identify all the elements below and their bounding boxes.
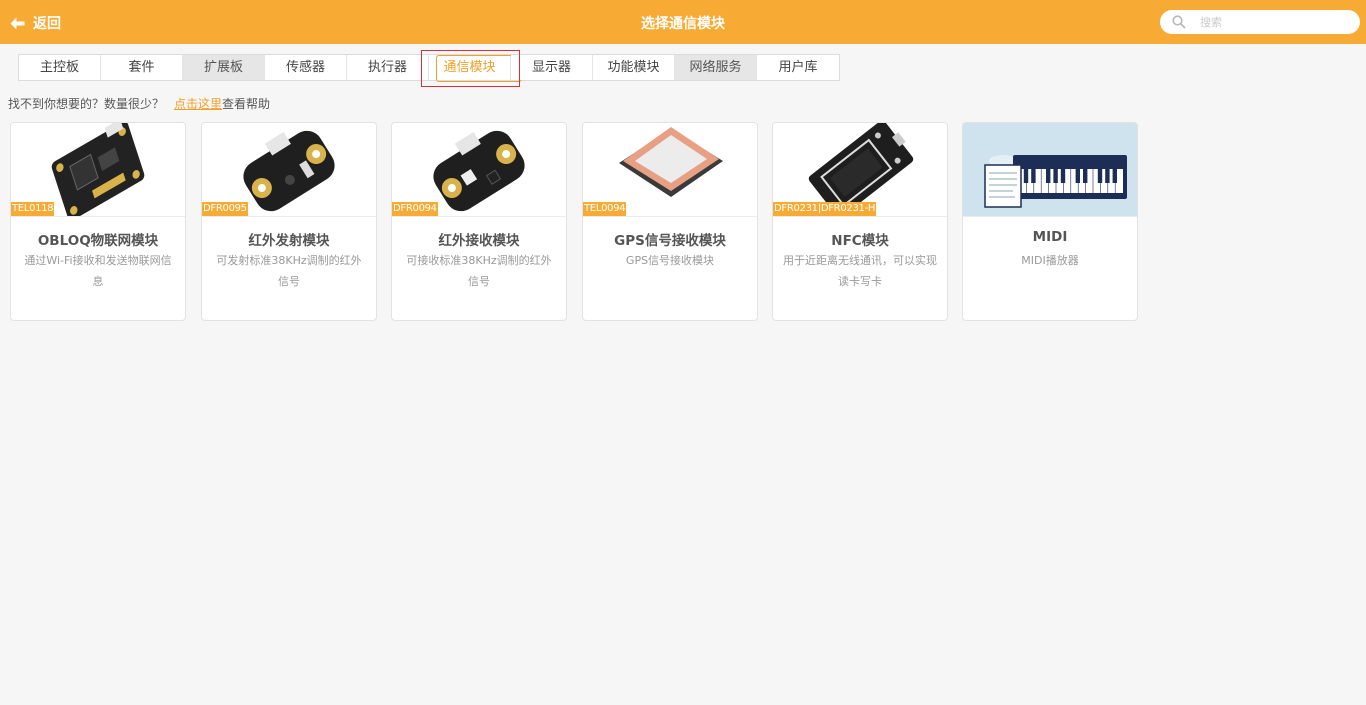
card-divider <box>392 216 566 217</box>
search-box[interactable] <box>1160 10 1360 34</box>
tab-sensors[interactable]: 传感器 <box>265 55 347 80</box>
module-name: NFC模块 <box>831 233 889 249</box>
sku-badge: DFR0231|DFR0231-H <box>773 202 877 216</box>
module-name: GPS信号接收模块 <box>614 233 726 249</box>
module-name: 红外发射模块 <box>248 233 330 249</box>
top-bar: 返回 选择通信模块 <box>0 0 1366 44</box>
module-image: TEL0094 <box>583 123 757 216</box>
card-divider <box>773 216 947 217</box>
tab-main-board[interactable]: 主控板 <box>19 55 101 80</box>
module-name: 红外接收模块 <box>438 233 520 249</box>
search-input[interactable] <box>1200 15 1350 29</box>
module-name: OBLOQ物联网模块 <box>37 233 159 249</box>
module-description: GPS信号接收模块 <box>625 254 715 267</box>
sku-badge: DFR0094 <box>392 202 438 216</box>
module-card-ir-receiver[interactable]: DFR0094 红外接收模块 可接收标准38KHz调制的红外信号 <box>391 122 567 321</box>
tab-actuators[interactable]: 执行器 <box>347 55 429 80</box>
module-card-gps[interactable]: TEL0094 GPS信号接收模块 GPS信号接收模块 <box>582 122 758 321</box>
sku-badge: DFR0095 <box>202 202 248 216</box>
category-tabs: 主控板 套件 扩展板 传感器 执行器 通信模块 显示器 功能模块 网络服务 用户… <box>18 54 840 82</box>
tab-function-modules[interactable]: 功能模块 <box>593 55 675 80</box>
tab-displays[interactable]: 显示器 <box>511 55 593 80</box>
active-tab-indicator <box>436 55 522 82</box>
module-image: DFR0095 <box>202 123 376 216</box>
card-divider <box>11 216 185 217</box>
search-icon <box>1172 15 1186 29</box>
help-link[interactable]: 点击这里 <box>174 97 222 111</box>
module-image: TEL0118 <box>11 123 185 216</box>
module-card-midi[interactable]: MIDI MIDI播放器 <box>962 122 1138 321</box>
card-divider <box>202 216 376 217</box>
module-card-obloq[interactable]: TEL0118 OBLOQ物联网模块 通过Wi-Fi接收和发送物联网信息 <box>10 122 186 321</box>
tab-communication[interactable]: 通信模块 <box>429 55 522 82</box>
tab-user-library[interactable]: 用户库 <box>757 55 839 80</box>
card-divider <box>963 216 1137 217</box>
module-description: 可接收标准38KHz调制的红外信号 <box>406 254 552 288</box>
module-description: 通过Wi-Fi接收和发送物联网信息 <box>24 254 172 288</box>
module-description: 可发射标准38KHz调制的红外信号 <box>216 254 362 288</box>
module-image: DFR0094 <box>392 123 566 216</box>
tab-expansion-board[interactable]: 扩展板 <box>183 55 265 80</box>
tab-kits[interactable]: 套件 <box>101 55 183 80</box>
sku-badge: TEL0118 <box>11 202 55 216</box>
tab-network-services[interactable]: 网络服务 <box>675 55 757 80</box>
sku-badge: TEL0094 <box>583 202 627 216</box>
card-divider <box>583 216 757 217</box>
module-image <box>963 123 1137 216</box>
help-text: 找不到你想要的？数量很少？ 点击这里查看帮助 <box>8 97 271 111</box>
module-card-nfc[interactable]: DFR0231|DFR0231-H NFC模块 用于近距离无线通讯，可以实现读卡… <box>772 122 948 321</box>
module-image: DFR0231|DFR0231-H <box>773 123 947 216</box>
midi-keyboard-icon <box>963 123 1137 216</box>
module-card-ir-transmitter[interactable]: DFR0095 红外发射模块 可发射标准38KHz调制的红外信号 <box>201 122 377 321</box>
module-name: MIDI <box>1032 229 1068 245</box>
module-description: MIDI播放器 <box>1021 254 1079 267</box>
module-description: 用于近距离无线通讯，可以实现读卡写卡 <box>783 254 937 288</box>
